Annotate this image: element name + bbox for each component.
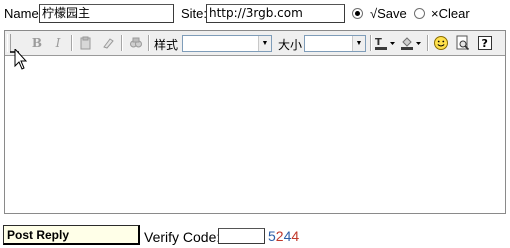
- post-reply-button[interactable]: Post Reply: [3, 225, 140, 245]
- text-color-icon[interactable]: T: [374, 34, 398, 52]
- name-label: Name:: [4, 6, 43, 21]
- comment-info-row: Name: 柠檬园主 Site: http://3rgb.com √Save ×…: [0, 3, 510, 25]
- paste-icon[interactable]: [77, 34, 95, 52]
- italic-button[interactable]: I: [49, 34, 67, 52]
- rich-text-editor: B I 样式 ▼ 大小 ▼ T ?: [4, 30, 506, 214]
- editor-content-area[interactable]: [5, 56, 505, 213]
- site-input[interactable]: http://3rgb.com: [206, 4, 345, 23]
- site-label: Site:: [181, 6, 208, 21]
- toolbar-separator: [71, 35, 73, 51]
- save-label: √Save: [370, 6, 407, 21]
- code-digit: 4: [291, 228, 300, 244]
- eraser-icon[interactable]: [99, 34, 117, 52]
- bold-button[interactable]: B: [28, 34, 46, 52]
- smiley-icon[interactable]: [432, 34, 450, 52]
- save-radio[interactable]: [352, 8, 363, 19]
- code-digit: 5: [268, 228, 276, 244]
- toolbar-separator: [148, 35, 150, 51]
- submit-row: Post Reply Verify Code: 5244: [0, 224, 510, 246]
- name-input[interactable]: 柠檬园主: [39, 4, 174, 23]
- toolbar-separator: [121, 35, 123, 51]
- preview-icon[interactable]: [454, 34, 472, 52]
- code-digit: 2: [275, 228, 284, 244]
- chevron-down-icon: ▼: [352, 36, 365, 51]
- size-select[interactable]: ▼: [304, 35, 366, 52]
- editor-toolbar: B I 样式 ▼ 大小 ▼ T ?: [5, 31, 505, 56]
- mouse-cursor-icon: [10, 49, 28, 70]
- toolbar-separator: [427, 35, 429, 51]
- style-label: 样式: [154, 38, 179, 52]
- clear-label: ×Clear: [431, 6, 470, 21]
- size-label: 大小: [278, 38, 303, 52]
- background-color-icon[interactable]: [400, 34, 424, 52]
- chevron-down-icon: ▼: [258, 36, 271, 51]
- help-icon[interactable]: ?: [476, 34, 494, 52]
- clear-radio[interactable]: [414, 8, 425, 19]
- toolbar-separator: [370, 35, 372, 51]
- find-icon[interactable]: [127, 34, 145, 52]
- svg-text:?: ?: [482, 37, 488, 50]
- verify-code-image: 5244: [268, 228, 299, 244]
- svg-text:T: T: [375, 37, 382, 48]
- verify-code-input[interactable]: [218, 228, 265, 244]
- verify-code-label: Verify Code:: [144, 229, 221, 245]
- style-select[interactable]: ▼: [182, 35, 272, 52]
